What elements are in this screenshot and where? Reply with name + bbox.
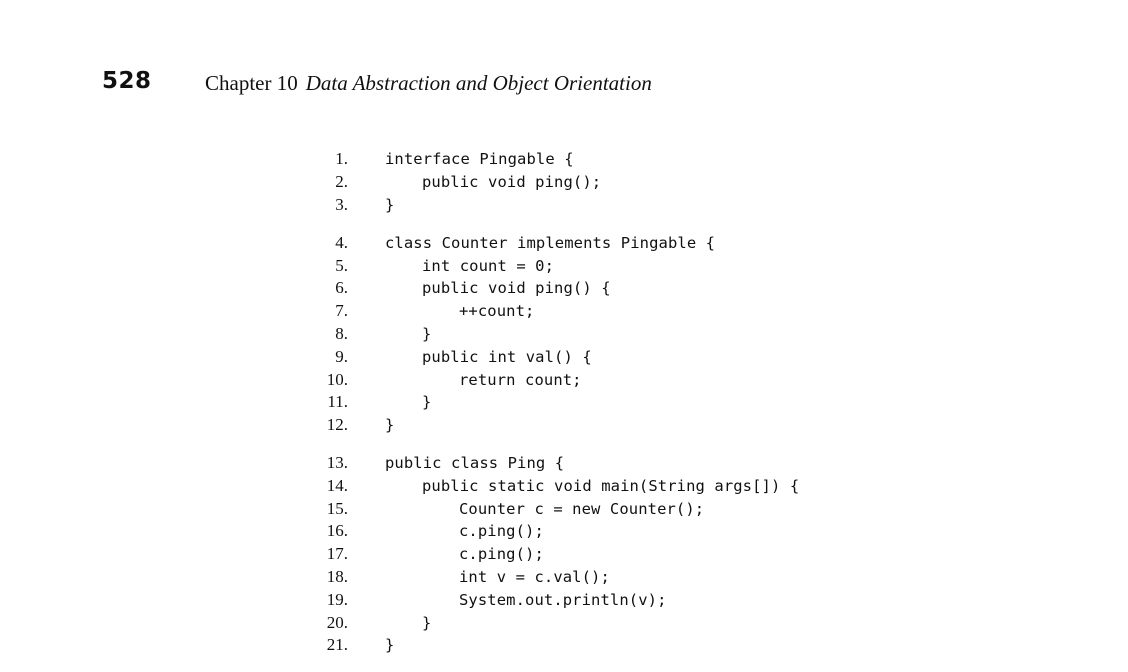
line-number: 14. <box>326 475 348 495</box>
code-line: 16. c.ping(); <box>300 520 799 543</box>
code-line: 11.} <box>300 391 799 414</box>
line-number: 17. <box>326 544 348 564</box>
line-number: 19. <box>326 589 348 609</box>
line-number: 12. <box>326 415 348 435</box>
line-number: 7. <box>335 301 348 321</box>
code-line: 2. public void ping(); <box>300 171 799 194</box>
code-text: public void ping(); <box>422 173 602 192</box>
code-text: } <box>385 195 395 214</box>
code-line: 15. Counter c = new Counter(); <box>300 497 799 520</box>
code-line: 10. return count; <box>300 368 799 391</box>
code-text: public class Ping { <box>385 453 565 472</box>
chapter-label: Chapter 10 <box>205 71 298 95</box>
code-line: 9. public int val() { <box>300 345 799 368</box>
code-block-ping-class: 13. public class Ping { 14. public static … <box>300 452 799 657</box>
code-text: return count; <box>459 370 582 389</box>
code-text: c.ping(); <box>459 545 544 564</box>
running-head: Chapter 10 Data Abstraction and Object Or… <box>205 69 652 97</box>
code-text: public int val() { <box>422 347 592 366</box>
page-number: 528 <box>102 68 152 94</box>
chapter-title: Data Abstraction and Object Orientation <box>305 71 652 95</box>
code-listing: 1. interface Pingable { 2. public void pin… <box>300 148 799 672</box>
line-number: 6. <box>335 278 348 298</box>
code-text: public static void main(String args[]) { <box>422 476 800 495</box>
code-line: 20.} <box>300 611 799 634</box>
code-text: } <box>385 416 395 435</box>
code-line: 21.} <box>300 634 799 657</box>
code-text: System.out.println(v); <box>459 590 667 609</box>
code-block-counter-class: 4. class Counter implements Pingable { 5.… <box>300 231 799 436</box>
line-number: 3. <box>335 194 348 214</box>
code-text: ++count; <box>459 302 535 321</box>
line-number: 18. <box>326 566 348 586</box>
code-text: } <box>385 636 395 655</box>
code-text: Counter c = new Counter(); <box>459 499 705 518</box>
line-number: 8. <box>335 323 348 343</box>
code-line: 17. c.ping(); <box>300 543 799 566</box>
code-line: 1. interface Pingable { <box>300 148 799 171</box>
code-line: 4. class Counter implements Pingable { <box>300 231 799 254</box>
code-line: 14. public static void main(String args[]… <box>300 474 799 497</box>
line-number: 2. <box>335 172 348 192</box>
code-line: 3.} <box>300 194 799 217</box>
code-text: } <box>422 324 432 343</box>
code-line: 12.} <box>300 414 799 437</box>
code-line: 6. public void ping() { <box>300 277 799 300</box>
line-number: 9. <box>335 346 348 366</box>
line-number: 20. <box>326 612 348 632</box>
code-line: 5. int count = 0; <box>300 254 799 277</box>
line-number: 1. <box>335 149 348 169</box>
line-number: 11. <box>327 392 348 412</box>
code-text: } <box>422 393 432 412</box>
code-text: int v = c.val(); <box>459 567 610 586</box>
code-text: interface Pingable { <box>385 150 574 169</box>
line-number: 4. <box>335 232 348 252</box>
code-text: c.ping(); <box>459 522 544 541</box>
code-block-interface: 1. interface Pingable { 2. public void pin… <box>300 148 799 216</box>
code-line: 8.} <box>300 323 799 346</box>
code-text: public void ping() { <box>422 279 611 298</box>
code-text: int count = 0; <box>422 256 555 275</box>
line-number: 21. <box>326 635 348 655</box>
code-line: 7. ++count; <box>300 300 799 323</box>
code-line: 18. int v = c.val(); <box>300 566 799 589</box>
code-text: } <box>422 613 432 632</box>
line-number: 16. <box>326 521 348 541</box>
code-text: class Counter implements Pingable { <box>385 233 716 252</box>
line-number: 5. <box>335 255 348 275</box>
code-line: 19. System.out.println(v); <box>300 588 799 611</box>
line-number: 15. <box>326 498 348 518</box>
line-number: 10. <box>326 369 348 389</box>
line-number: 13. <box>326 452 348 472</box>
code-line: 13. public class Ping { <box>300 452 799 475</box>
